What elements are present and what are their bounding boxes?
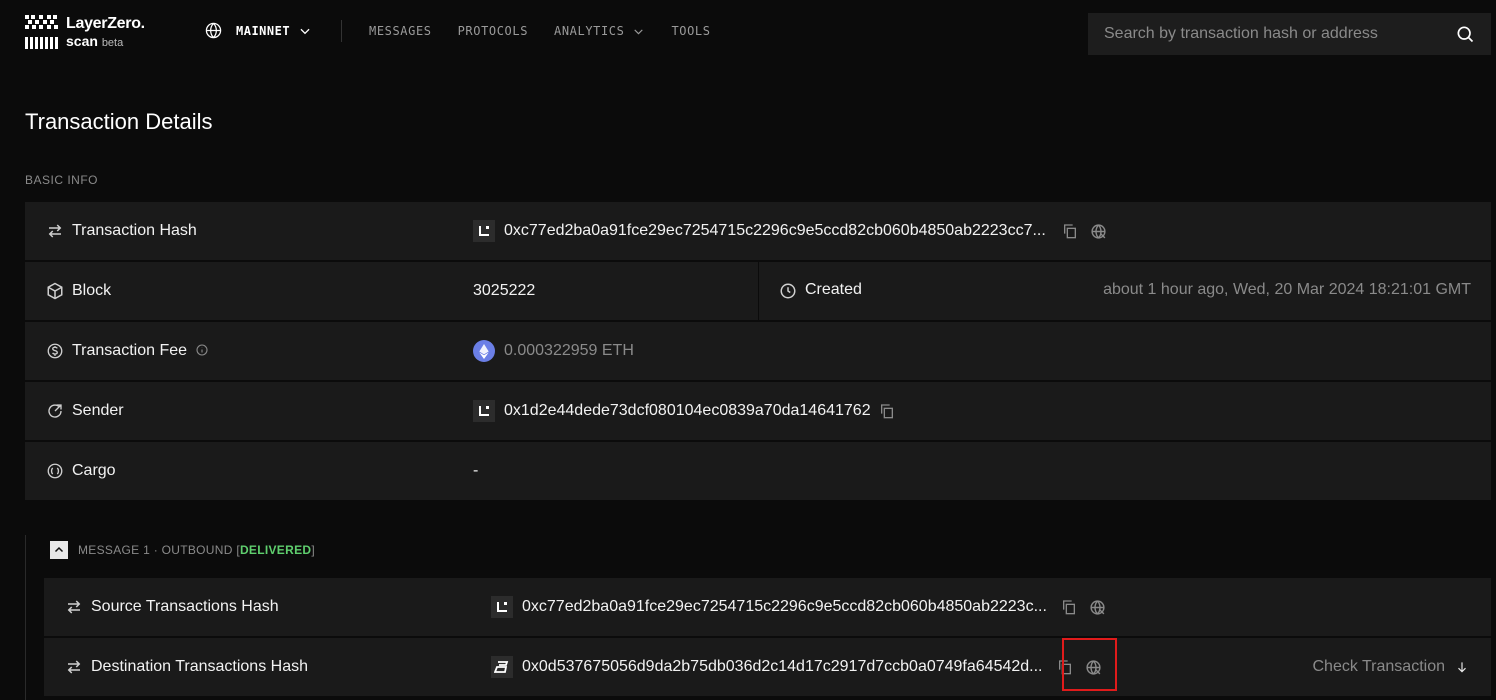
search-bar xyxy=(1088,13,1491,55)
cargo-icon xyxy=(47,463,63,479)
destination-hash-text[interactable]: 0x0d537675056d9da2b75db036d2c14d17c2917d… xyxy=(522,658,1043,676)
created-row: Created about 1 hour ago, Wed, 20 Mar 20… xyxy=(759,262,1491,320)
chain-logo-icon xyxy=(473,400,495,422)
source-hash-row: Source Transactions Hash 0xc77ed2ba0a91f… xyxy=(44,578,1491,636)
main-nav: MESSAGES PROTOCOLS ANALYTICS TOOLS xyxy=(369,24,737,38)
message-title-suffix: ] xyxy=(311,543,315,557)
highlight-box xyxy=(1062,638,1117,691)
logo-line1: LayerZero. xyxy=(66,15,145,32)
cargo-label: Cargo xyxy=(72,462,116,479)
arrows-exchange-icon xyxy=(48,224,62,238)
dollar-circle-icon xyxy=(47,343,63,359)
globe-icon xyxy=(205,22,222,39)
logo-line2: scan beta xyxy=(66,34,145,49)
page-title: Transaction Details xyxy=(25,109,213,134)
transaction-fee-row: Transaction Fee 0.000322959 ETH xyxy=(25,322,1491,380)
transaction-hash-text[interactable]: 0xc77ed2ba0a91fce29ec7254715c2296c9e5ccd… xyxy=(504,222,1046,240)
nav-tools-label: TOOLS xyxy=(671,24,711,38)
transaction-hash-row: Transaction Hash 0xc77ed2ba0a91fce29ec72… xyxy=(25,202,1491,260)
sender-address[interactable]: 0x1d2e44dede73dcf080104ec0839a70da146417… xyxy=(504,402,871,420)
page: LayerZero. scan beta MAINNET MESSAGES PR… xyxy=(0,0,1496,700)
source-hash-value: 0xc77ed2ba0a91fce29ec7254715c2296c9e5ccd… xyxy=(491,596,1106,618)
destination-hash-row: Destination Transactions Hash 0x0d537675… xyxy=(44,638,1491,696)
arrows-exchange-icon xyxy=(67,660,81,674)
info-icon[interactable] xyxy=(196,344,209,356)
ethereum-icon xyxy=(473,340,495,362)
nav-messages-label: MESSAGES xyxy=(369,24,432,38)
check-transaction-button[interactable]: Check Transaction xyxy=(1312,658,1469,676)
message-title: MESSAGE 1 · OUTBOUND [ xyxy=(78,543,240,557)
collapse-button[interactable] xyxy=(50,541,68,559)
nav-messages[interactable]: MESSAGES xyxy=(369,24,432,38)
message-guide-line xyxy=(25,535,26,700)
destination-hash-value: 0x0d537675056d9da2b75db036d2c14d17c2917d… xyxy=(491,656,1102,678)
network-selector[interactable]: MAINNET xyxy=(205,22,312,39)
sender-arrow-icon xyxy=(48,404,62,418)
source-hash-text[interactable]: 0xc77ed2ba0a91fce29ec7254715c2296c9e5ccd… xyxy=(522,598,1047,616)
block-row: Block 3025222 xyxy=(25,262,758,320)
created-label: Created xyxy=(805,281,862,298)
cargo-row: Cargo - xyxy=(25,442,1491,500)
basic-info-label: BASIC INFO xyxy=(25,173,99,187)
sender-row: Sender 0x1d2e44dede73dcf080104ec0839a70d… xyxy=(25,382,1491,440)
block-value: 3025222 xyxy=(473,282,536,299)
logo-scan: scan xyxy=(66,33,98,49)
transaction-fee-label: Transaction Fee xyxy=(72,342,209,360)
nav-tools[interactable]: TOOLS xyxy=(671,24,710,38)
check-transaction-label: Check Transaction xyxy=(1312,658,1445,675)
logo-text: LayerZero. scan beta xyxy=(66,13,145,49)
logo-beta: beta xyxy=(101,37,124,49)
nav-divider xyxy=(341,20,342,42)
logo-mark-icon xyxy=(25,15,58,49)
top-bar: LayerZero. scan beta MAINNET MESSAGES PR… xyxy=(0,0,1496,64)
transaction-fee-text: Transaction Fee xyxy=(72,342,188,359)
clock-icon xyxy=(780,283,796,299)
destination-chain-logo-icon xyxy=(491,656,513,678)
status-badge: DELIVERED xyxy=(239,543,312,557)
copy-icon[interactable] xyxy=(1062,223,1078,239)
arrows-exchange-icon xyxy=(67,600,81,614)
sender-value: 0x1d2e44dede73dcf080104ec0839a70da146417… xyxy=(473,400,895,422)
search-input[interactable] xyxy=(1104,25,1455,43)
transaction-fee-value: 0.000322959 ETH xyxy=(473,340,634,362)
chevron-down-icon xyxy=(300,28,310,34)
nav-analytics-label: ANALYTICS xyxy=(554,24,625,38)
nav-protocols-label: PROTOCOLS xyxy=(457,24,529,38)
chain-logo-icon xyxy=(473,220,495,242)
transaction-fee-amount: 0.000322959 ETH xyxy=(504,342,634,359)
network-label: MAINNET xyxy=(236,23,291,38)
chain-logo-icon xyxy=(491,596,513,618)
created-value: about 1 hour ago, Wed, 20 Mar 2024 18:21… xyxy=(1103,281,1471,298)
explorer-globe-icon[interactable] xyxy=(1090,223,1107,240)
transaction-hash-value: 0xc77ed2ba0a91fce29ec7254715c2296c9e5ccd… xyxy=(473,220,1107,242)
chevron-down-icon xyxy=(634,28,644,35)
destination-hash-label: Destination Transactions Hash xyxy=(91,658,308,675)
cube-icon xyxy=(47,282,63,300)
nav-protocols[interactable]: PROTOCOLS xyxy=(458,24,528,38)
transaction-hash-label: Transaction Hash xyxy=(72,222,197,239)
copy-icon[interactable] xyxy=(879,403,895,419)
sender-label: Sender xyxy=(72,402,124,419)
chevron-up-icon xyxy=(54,546,64,553)
arrow-down-icon xyxy=(1458,662,1466,673)
layerzero-logo[interactable]: LayerZero. scan beta xyxy=(25,13,145,51)
nav-analytics[interactable]: ANALYTICS xyxy=(554,24,645,38)
cargo-value: - xyxy=(473,462,479,479)
block-label: Block xyxy=(72,282,112,299)
search-icon[interactable] xyxy=(1455,24,1475,44)
source-hash-label: Source Transactions Hash xyxy=(91,598,279,615)
explorer-globe-icon[interactable] xyxy=(1089,599,1106,616)
message-header: MESSAGE 1 · OUTBOUND [ DELIVERED ] xyxy=(50,541,315,559)
copy-icon[interactable] xyxy=(1061,599,1077,615)
